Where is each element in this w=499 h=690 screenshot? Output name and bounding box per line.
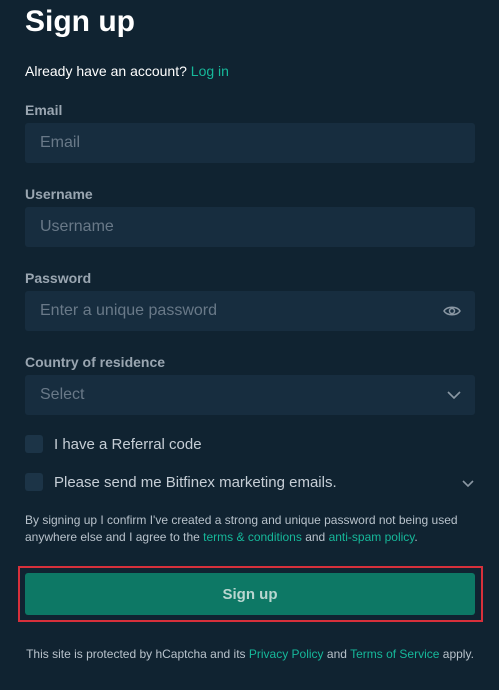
marketing-checkbox-label: Please send me Bitfinex marketing emails… (54, 473, 337, 491)
password-placeholder: Enter a unique password (40, 302, 217, 319)
email-field[interactable]: Email (25, 123, 475, 163)
privacy-policy-link[interactable]: Privacy Policy (249, 647, 324, 661)
email-label: Email (25, 102, 63, 118)
marketing-checkbox[interactable] (25, 473, 43, 491)
login-prompt: Already have an account? Log in (25, 62, 229, 80)
country-label: Country of residence (25, 354, 166, 370)
consent-text: By signing up I confirm I've created a s… (25, 512, 471, 546)
footer-and: and (326, 647, 347, 661)
username-placeholder: Username (40, 218, 114, 235)
referral-row[interactable]: I have a Referral code (25, 435, 202, 453)
signup-page: Sign up Already have an account? Log in … (0, 0, 499, 690)
username-label: Username (25, 186, 93, 202)
country-select[interactable]: Select (25, 375, 475, 415)
login-prompt-text: Already have an account? (25, 63, 187, 79)
antispam-link[interactable]: anti-spam policy (329, 530, 415, 544)
marketing-row[interactable]: Please send me Bitfinex marketing emails… (25, 473, 337, 491)
email-placeholder: Email (40, 134, 81, 151)
username-field[interactable]: Username (25, 207, 475, 247)
sign-up-button[interactable]: Sign up (25, 573, 475, 615)
eye-icon[interactable] (443, 304, 461, 318)
country-selected-value: Select (40, 386, 85, 403)
consent-and: and (305, 530, 326, 544)
chevron-down-icon (447, 390, 461, 400)
password-field[interactable]: Enter a unique password (25, 291, 475, 331)
login-link[interactable]: Log in (191, 63, 229, 79)
consent-period: . (414, 530, 418, 544)
referral-checkbox[interactable] (25, 435, 43, 453)
footer-text: This site is protected by hCaptcha and i… (26, 647, 246, 661)
referral-checkbox-label: I have a Referral code (54, 435, 202, 453)
page-title: Sign up (25, 5, 135, 38)
footer-apply: apply. (442, 647, 474, 661)
terms-link[interactable]: terms & conditions (203, 530, 302, 544)
terms-of-service-link[interactable]: Terms of Service (350, 647, 439, 661)
password-label: Password (25, 270, 92, 286)
chevron-down-icon[interactable] (461, 476, 475, 488)
hcaptcha-footer: This site is protected by hCaptcha and i… (25, 646, 475, 663)
